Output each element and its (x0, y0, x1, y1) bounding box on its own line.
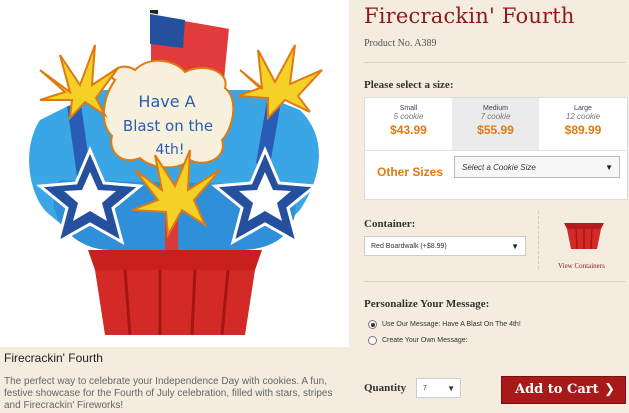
size-price: $89.99 (564, 123, 602, 137)
message-option-custom[interactable]: Create Your Own Message: (368, 336, 468, 345)
size-selector: Small 5 cookie $43.99 Medium 7 cookie $5… (364, 97, 628, 200)
message-option-label: Create Your Own Message: (382, 337, 468, 344)
product-caption-title: Firecrackin' Fourth (4, 351, 103, 365)
size-price: $43.99 (390, 123, 427, 137)
container-preview[interactable] (538, 211, 624, 269)
quantity-label: Quantity (364, 382, 407, 394)
size-price: $55.99 (477, 123, 514, 137)
cookie-text-line-3: 4th! (156, 142, 185, 158)
page-title: Firecrackin' Fourth (364, 4, 575, 28)
size-count: 12 cookie (565, 112, 601, 121)
size-count: 7 cookie (480, 112, 511, 121)
add-to-cart-label: Add to Cart (515, 382, 599, 397)
cookie-text-line-2: Blast on the (123, 117, 213, 135)
chevron-right-icon: ❯ (604, 382, 615, 397)
divider (364, 281, 626, 282)
size-name: Large (574, 105, 592, 112)
chevron-down-icon: ▼ (605, 163, 613, 172)
radio-checked-icon[interactable] (368, 320, 377, 329)
add-to-cart-button[interactable]: Add to Cart ❯ (501, 376, 626, 404)
size-name: Small (399, 105, 418, 112)
product-number: Product No. A389 (364, 38, 437, 49)
cookie-size-select[interactable]: Select a Cookie Size ▼ (454, 156, 620, 178)
quantity-value: 7 (423, 385, 427, 392)
cookie-size-placeholder: Select a Cookie Size (462, 163, 536, 172)
size-name: Medium (483, 105, 508, 112)
size-option-small[interactable]: Small 5 cookie $43.99 (365, 98, 452, 151)
chevron-down-icon: ▼ (447, 384, 455, 393)
product-image[interactable]: Have A Blast on the 4th! (0, 0, 349, 347)
message-option-label: Use Our Message: Have A Blast On The 4th… (382, 321, 521, 328)
other-sizes-label: Other Sizes (377, 165, 444, 179)
view-containers-link[interactable]: View Containers (558, 262, 605, 270)
personalize-section-label: Personalize Your Message: (364, 298, 490, 310)
quantity-select[interactable]: 7 ▼ (416, 378, 461, 398)
container-section-label: Container: (364, 218, 416, 230)
size-count: 5 cookie (393, 112, 424, 121)
radio-unchecked-icon[interactable] (368, 336, 377, 345)
message-option-default[interactable]: Use Our Message: Have A Blast On The 4th… (368, 320, 521, 329)
product-gallery: Have A Blast on the 4th! Firecrackin' Fo… (0, 0, 349, 413)
container-thumbnail (564, 223, 604, 250)
cookie-text-line-1: Have A (138, 92, 195, 111)
size-section-label: Please select a size: (364, 79, 454, 91)
container-selected-value: Red Boardwalk (+$8.99) (371, 243, 447, 250)
divider (364, 62, 626, 63)
cookie-bouquet-illustration: Have A Blast on the 4th! (29, 10, 323, 336)
product-details: Firecrackin' Fourth Product No. A389 Ple… (358, 0, 629, 413)
size-option-large[interactable]: Large 12 cookie $89.99 (539, 98, 627, 151)
chevron-down-icon: ▼ (511, 242, 519, 251)
size-option-medium[interactable]: Medium 7 cookie $55.99 (452, 98, 539, 151)
product-description: The perfect way to celebrate your Indepe… (4, 376, 333, 411)
container-select[interactable]: Red Boardwalk (+$8.99) ▼ (364, 236, 526, 256)
